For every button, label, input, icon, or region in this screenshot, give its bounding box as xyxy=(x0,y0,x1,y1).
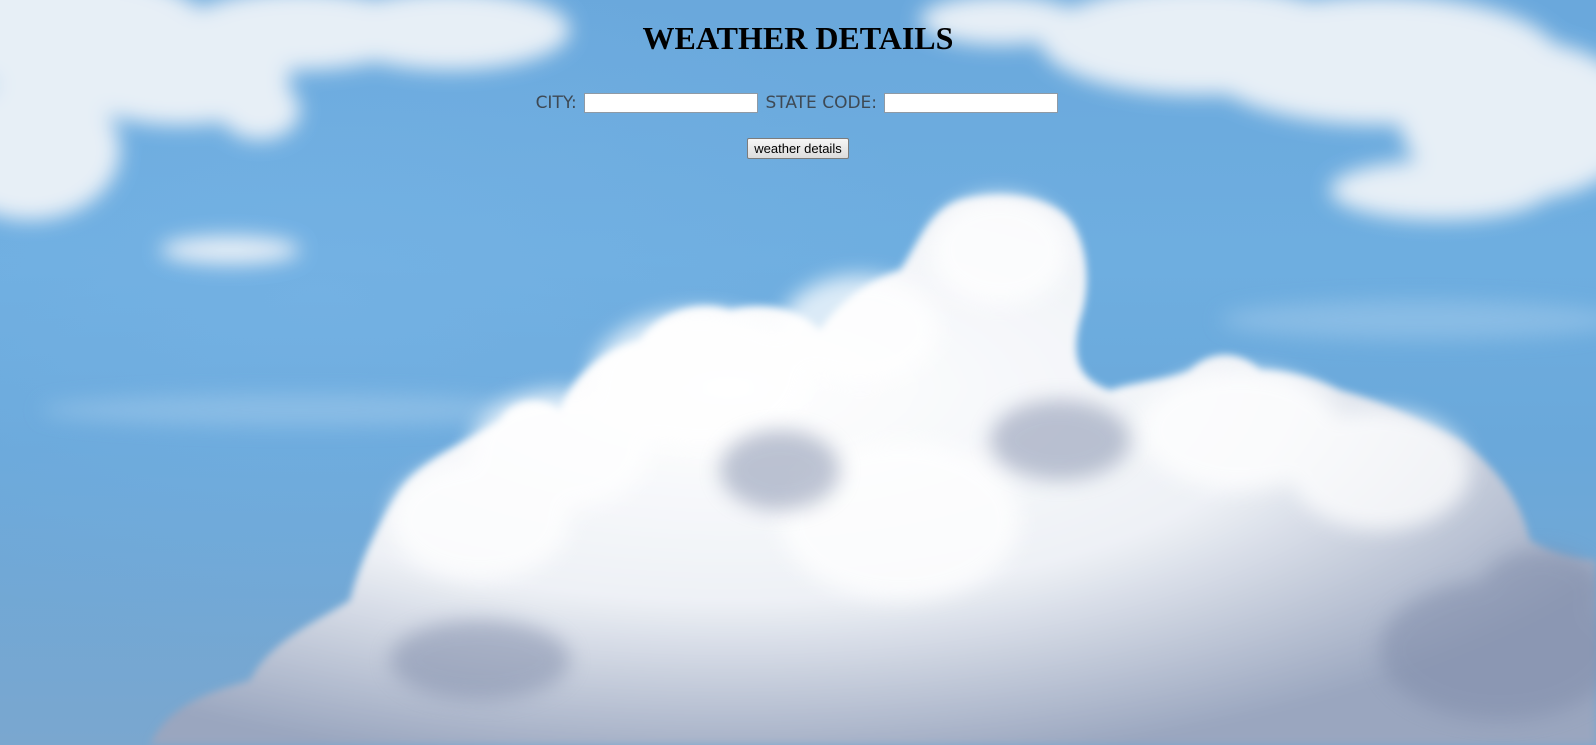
state-code-label: STATE CODE: xyxy=(765,93,878,113)
city-label: CITY: xyxy=(535,93,577,113)
page-title: WEATHER DETAILS xyxy=(642,20,954,56)
submit-row: weather details xyxy=(0,138,1596,159)
state-code-input[interactable] xyxy=(884,93,1059,113)
location-form: CITY: STATE CODE: xyxy=(0,93,1596,113)
weather-details-button[interactable]: weather details xyxy=(747,138,849,159)
city-input[interactable] xyxy=(584,93,759,113)
